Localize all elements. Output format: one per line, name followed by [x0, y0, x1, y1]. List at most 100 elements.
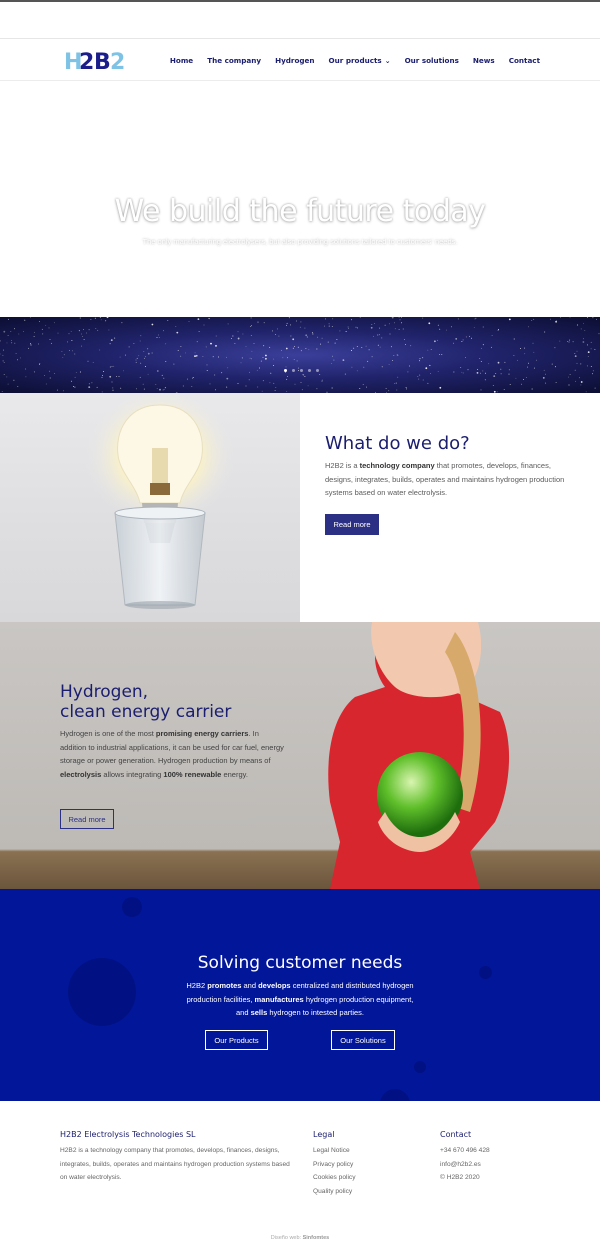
star: [475, 317, 477, 319]
privacy-policy-link[interactable]: Privacy policy: [313, 1158, 356, 1172]
our-products-button[interactable]: Our Products: [205, 1030, 268, 1050]
star: [580, 384, 582, 386]
contact-phone[interactable]: +34 670 496 428: [440, 1144, 490, 1158]
star: [163, 377, 165, 379]
slider-dot[interactable]: [316, 369, 319, 372]
footer-contact-title: Contact: [440, 1130, 472, 1139]
star: [377, 334, 379, 336]
star: [513, 354, 515, 356]
star: [195, 354, 198, 357]
star: [568, 341, 570, 343]
legal-notice-link[interactable]: Legal Notice: [313, 1144, 356, 1158]
star: [147, 373, 149, 375]
star: [86, 332, 88, 334]
nav-home[interactable]: Home: [170, 56, 193, 65]
star: [406, 388, 408, 390]
star: [78, 330, 80, 332]
star: [210, 342, 212, 345]
star: [285, 347, 288, 350]
star: [113, 365, 115, 367]
star: [359, 317, 361, 318]
window-top-border: [0, 0, 600, 2]
star: [274, 390, 276, 391]
nav-our-products[interactable]: Our products ⌄: [329, 56, 391, 65]
star: [287, 375, 288, 377]
star: [49, 370, 51, 372]
star: [304, 327, 306, 329]
star: [574, 355, 577, 357]
star: [300, 382, 302, 383]
star: [206, 364, 208, 366]
star: [428, 322, 431, 325]
star: [81, 345, 83, 347]
what-read-more-button[interactable]: Read more: [325, 514, 379, 535]
star: [533, 318, 535, 320]
star: [156, 370, 159, 372]
star: [173, 363, 175, 365]
nav-hydrogen[interactable]: Hydrogen: [275, 56, 314, 65]
star: [180, 345, 182, 347]
star: [300, 321, 302, 323]
star: [379, 346, 381, 348]
star: [194, 355, 196, 357]
footer-legal-list: Legal Notice Privacy policy Cookies poli…: [313, 1144, 356, 1199]
slider-dot[interactable]: [284, 369, 287, 372]
star: [118, 375, 120, 377]
star: [397, 376, 399, 378]
star: [273, 365, 275, 367]
nav-our-solutions[interactable]: Our solutions: [405, 56, 459, 65]
credits-link[interactable]: Sinfomtes: [303, 1235, 330, 1241]
star: [545, 382, 547, 384]
star: [351, 350, 352, 351]
star: [74, 376, 76, 378]
what-title: What do we do?: [325, 433, 470, 454]
star: [83, 328, 85, 330]
star: [230, 338, 232, 340]
star: [594, 387, 596, 389]
star: [101, 377, 103, 378]
cookies-policy-link[interactable]: Cookies policy: [313, 1171, 356, 1185]
star: [332, 318, 334, 320]
star: [353, 347, 355, 349]
star: [1, 390, 3, 392]
star: [388, 363, 390, 365]
nav-contact[interactable]: Contact: [509, 56, 540, 65]
star: [402, 328, 404, 330]
slider-dot[interactable]: [292, 369, 295, 372]
star: [327, 341, 329, 343]
star: [333, 359, 335, 361]
slider-dot[interactable]: [300, 369, 303, 372]
nav-our-products-label: Our products: [328, 56, 382, 65]
star: [492, 385, 494, 387]
star: [392, 360, 394, 361]
our-solutions-button[interactable]: Our Solutions: [331, 1030, 395, 1050]
star: [238, 337, 240, 339]
star: [407, 371, 409, 373]
star: [587, 355, 589, 357]
h2b2-logo[interactable]: H 2 B 2: [64, 48, 126, 72]
star: [580, 363, 582, 365]
star: [253, 342, 255, 344]
svg-text:2: 2: [110, 50, 125, 72]
star: [263, 322, 265, 324]
star: [455, 338, 458, 340]
nav-news[interactable]: News: [473, 56, 495, 65]
star: [250, 325, 251, 327]
quality-policy-link[interactable]: Quality policy: [313, 1185, 356, 1199]
contact-email[interactable]: info@h2b2.es: [440, 1158, 490, 1172]
what-do-we-do-section: What do we do? H2B2 is a technology comp…: [300, 393, 600, 622]
star: [579, 377, 581, 379]
star: [237, 383, 239, 384]
star: [135, 388, 137, 390]
star: [2, 354, 4, 356]
star: [232, 335, 234, 337]
star: [209, 383, 211, 385]
slider-dot[interactable]: [308, 369, 311, 372]
star: [138, 355, 140, 357]
star: [197, 318, 200, 320]
hydrogen-read-more-button[interactable]: Read more: [60, 809, 114, 829]
footer-credits: Diseño web: Sinfomtes: [270, 1235, 330, 1241]
star: [108, 329, 110, 331]
nav-the-company[interactable]: The company: [207, 56, 261, 65]
star: [497, 361, 500, 364]
